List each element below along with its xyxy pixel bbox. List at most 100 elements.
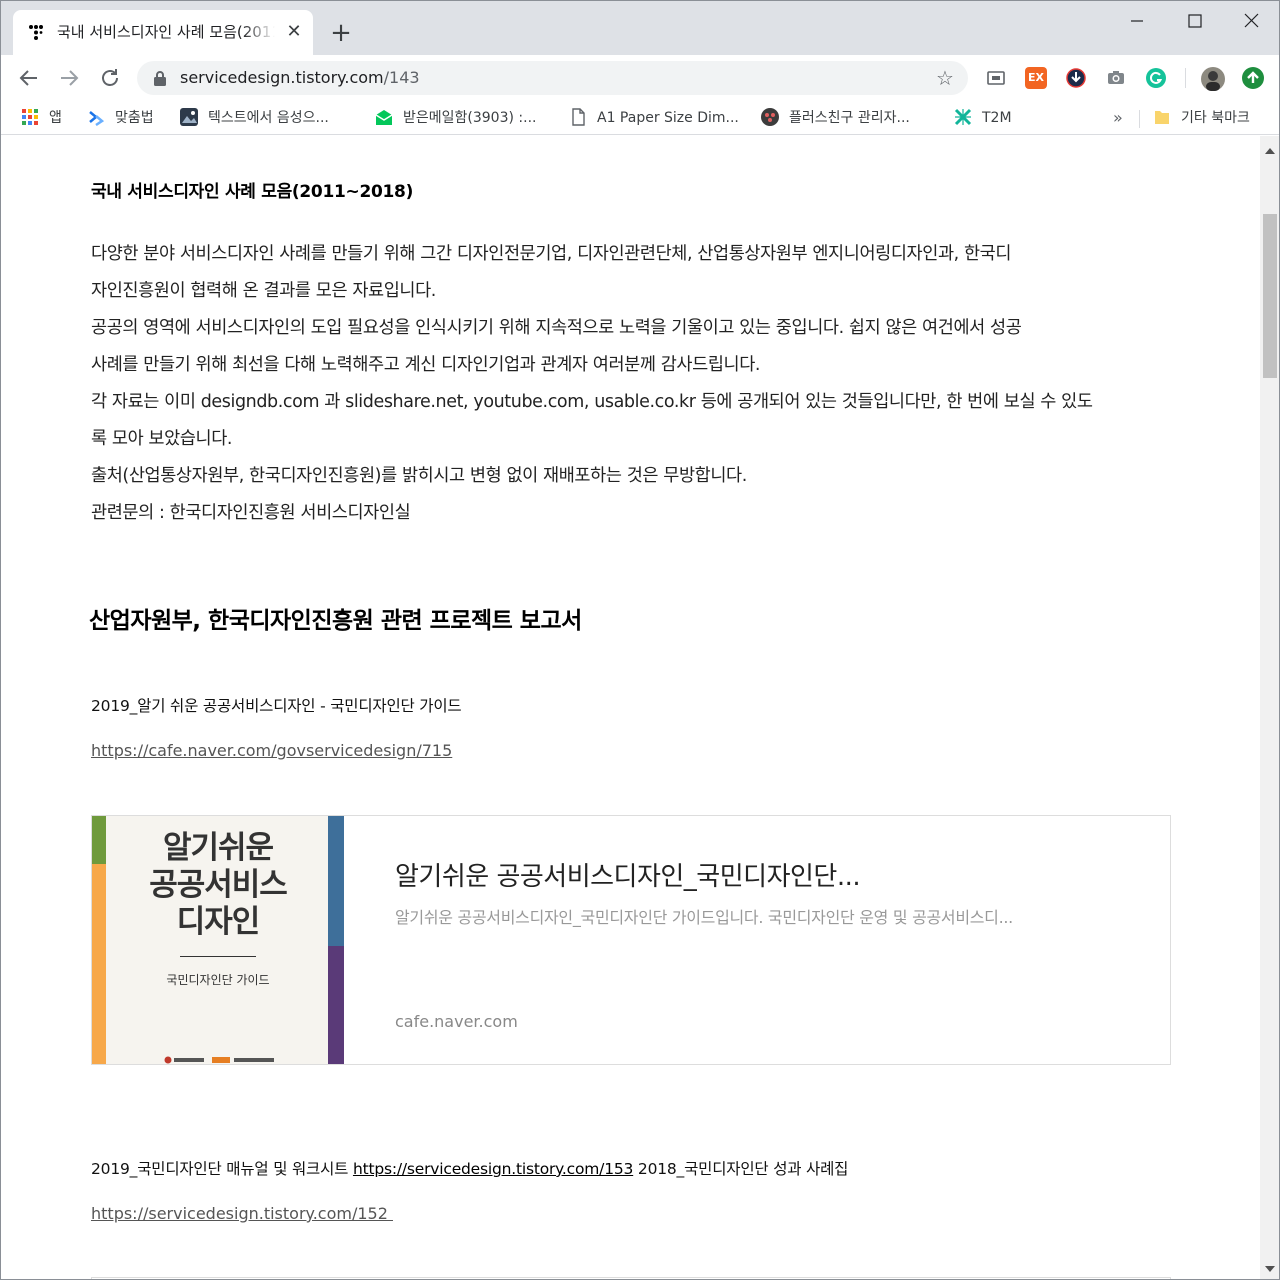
bookmark-plusfriend[interactable]: 플러스친구 관리자...: [761, 107, 910, 129]
bookmark-star-icon[interactable]: ☆: [934, 67, 956, 89]
bookmark-mail[interactable]: 받은메일함(3903) :...: [375, 107, 536, 129]
grammarly-icon: [1146, 68, 1166, 88]
post-title: 국내 서비스디자인 사례 모음(2011~2018): [91, 182, 414, 202]
cast-icon: [987, 71, 1005, 85]
bookmark-label: 앱: [49, 110, 62, 126]
bookmark-label: A1 Paper Size Dim...: [597, 110, 739, 126]
maximize-button[interactable]: [1166, 1, 1224, 41]
bookmark-paper-size[interactable]: A1 Paper Size Dim...: [569, 107, 739, 129]
download-extension-icon[interactable]: [1065, 67, 1087, 89]
item-prefix: 2019_국민디자인단 매뉴얼 및 워크시트: [91, 1160, 353, 1178]
card-title: 알기쉬운 공공서비스디자인_국민디자인단...: [395, 862, 861, 892]
publisher-logos-icon: [164, 1056, 274, 1064]
extension-cast-icon[interactable]: [985, 67, 1007, 89]
forward-arrow-icon: [61, 70, 79, 86]
thumbnail-title: 알기쉬운 공공서비스 디자인: [149, 830, 288, 940]
apps-grid-icon: [22, 109, 38, 125]
tab-strip: 국내 서비스디자인 사례 모음(2011~2018) ✕ +: [1, 1, 1279, 55]
item-suffix: 2018_국민디자인단 성과 사례집: [633, 1160, 849, 1178]
active-tab[interactable]: 국내 서비스디자인 사례 모음(2011~2018) ✕: [13, 10, 313, 55]
window-close-button[interactable]: [1223, 1, 1279, 41]
tab-close-icon[interactable]: ✕: [283, 21, 305, 43]
download-icon: [1066, 68, 1086, 88]
thumbnail-rule: [180, 956, 256, 957]
thumbnail-subtitle: 국민디자인단 가이드: [166, 973, 270, 987]
scroll-thumb[interactable]: [1263, 214, 1277, 378]
bookmark-tts[interactable]: 텍스트에서 음성으...: [180, 107, 329, 129]
card-description: 알기쉬운 공공서비스디자인_국민디자인단 가이드입니다. 국민디자인단 운영 및…: [395, 908, 1013, 927]
link-preview-card[interactable]: 알기쉬운 공공서비스 디자인 국민디자인단 가이드 알기쉬운 공공서비스디자인_…: [91, 815, 1171, 1065]
intro-line: 공공의 영역에 서비스디자인의 도입 필요성을 인식시키기 위해 지속적으로 노…: [91, 318, 1022, 338]
close-icon: [1244, 13, 1259, 28]
intro-line: 출처(산업통상자원부, 한국디자인진흥원)를 밝히시고 변형 없이 재배포하는 …: [91, 466, 747, 486]
stripe-purple: [328, 946, 344, 1064]
arrow-up-icon: [1247, 71, 1259, 83]
intro-line: 사례를 만들기 위해 최선을 다해 노력해주고 계신 디자인기업과 관계자 여러…: [91, 355, 761, 375]
url-text[interactable]: servicedesign.tistory.com/143: [180, 68, 420, 88]
bookmarks-overflow-button[interactable]: »: [1113, 107, 1123, 129]
bookmark-label: 맞춤법: [115, 110, 154, 126]
tts-app-icon: [180, 108, 198, 126]
camera-icon: [1108, 71, 1124, 84]
lock-icon: [154, 71, 166, 86]
card-thumbnail: 알기쉬운 공공서비스 디자인 국민디자인단 가이드: [92, 816, 344, 1064]
card-domain: cafe.naver.com: [395, 1012, 518, 1031]
section-heading: 산업자원부, 한국디자인진흥원 관련 프로젝트 보고서: [89, 608, 582, 634]
worksheet-link[interactable]: https://servicedesign.tistory.com/153: [353, 1160, 633, 1178]
bookmark-label: 받은메일함(3903) :...: [403, 110, 537, 126]
spellcheck-icon: [89, 111, 105, 126]
avatar-icon: [1206, 71, 1220, 91]
tab-title: 국내 서비스디자인 사례 모음(2011~2018): [57, 23, 275, 41]
bookmark-t2m[interactable]: T2M: [954, 107, 1012, 129]
toolbar-divider: [1185, 68, 1186, 88]
page-scrollbar[interactable]: [1260, 136, 1279, 1279]
stripe-orange: [92, 864, 106, 1064]
forward-button[interactable]: [54, 63, 84, 93]
tistory-favicon-icon: [29, 25, 43, 40]
browser-window: 국내 서비스디자인 사례 모음(2011~2018) ✕ + servicede…: [0, 0, 1280, 1280]
bookmarks-divider: [1139, 110, 1140, 128]
item-title-2: 2019_국민디자인단 매뉴얼 및 워크시트 https://servicede…: [91, 1158, 848, 1180]
stripe-blue: [328, 816, 344, 946]
minimize-button[interactable]: [1108, 1, 1166, 41]
back-button[interactable]: [14, 63, 44, 93]
bookmark-label: 기타 북마크: [1181, 110, 1250, 126]
bookmarks-bar: 앱 맞춤법 텍스트에서 음성으... 받은메일함(3903) :... A1 P…: [1, 101, 1279, 135]
url-path: /143: [383, 68, 420, 87]
address-bar[interactable]: servicedesign.tistory.com/143 ☆: [137, 61, 968, 95]
page-content: 국내 서비스디자인 사례 모음(2011~2018) 다양한 분야 서비스디자인…: [1, 136, 1260, 1279]
bookmark-label: 플러스친구 관리자...: [789, 110, 910, 126]
naver-mail-icon: [375, 110, 393, 125]
reload-icon: [102, 69, 118, 86]
profile-avatar[interactable]: [1201, 67, 1225, 91]
url-host: servicedesign.tistory.com: [180, 68, 384, 87]
ex-icon[interactable]: EX: [1025, 67, 1047, 89]
intro-line: 관련문의 : 한국디자인진흥원 서비스디자인실: [91, 503, 411, 523]
bookmark-label: T2M: [982, 110, 1012, 126]
grammarly-extension-icon[interactable]: [1145, 67, 1167, 89]
item-title: 2019_알기 쉬운 공공서비스디자인 - 국민디자인단 가이드: [91, 697, 462, 715]
bookmark-spellcheck[interactable]: 맞춤법: [87, 107, 154, 129]
maximize-icon: [1188, 14, 1202, 28]
plusfriend-icon: [761, 108, 779, 126]
intro-line: 다양한 분야 서비스디자인 사례를 만들기 위해 그간 디자인전문기업, 디자인…: [91, 244, 1012, 264]
casebook-link[interactable]: https://servicedesign.tistory.com/152: [91, 1203, 393, 1225]
folder-icon: [1155, 111, 1169, 124]
intro-line: 자인진흥원이 협력해 온 결과를 모은 자료입니다.: [91, 281, 436, 301]
browser-toolbar: servicedesign.tistory.com/143 ☆ EX: [1, 55, 1279, 101]
scroll-down-icon[interactable]: [1265, 1266, 1275, 1272]
other-bookmarks-folder[interactable]: 기타 북마크: [1153, 107, 1250, 129]
stripe-green: [92, 816, 106, 864]
camera-extension-icon[interactable]: [1105, 67, 1127, 89]
intro-line: 각 자료는 이미 designdb.com 과 slideshare.net, …: [91, 392, 1093, 412]
reload-button[interactable]: [95, 63, 125, 93]
bookmark-label: 텍스트에서 음성으...: [208, 110, 329, 126]
new-tab-button[interactable]: +: [327, 20, 355, 48]
scroll-up-icon[interactable]: [1265, 148, 1275, 154]
cafe-link[interactable]: https://cafe.naver.com/govservicedesign/…: [91, 740, 452, 762]
bookmark-apps[interactable]: 앱: [21, 107, 62, 129]
document-icon: [572, 108, 585, 126]
update-icon[interactable]: [1242, 67, 1264, 89]
minimize-icon: [1131, 20, 1143, 22]
t2m-icon: [954, 108, 972, 126]
